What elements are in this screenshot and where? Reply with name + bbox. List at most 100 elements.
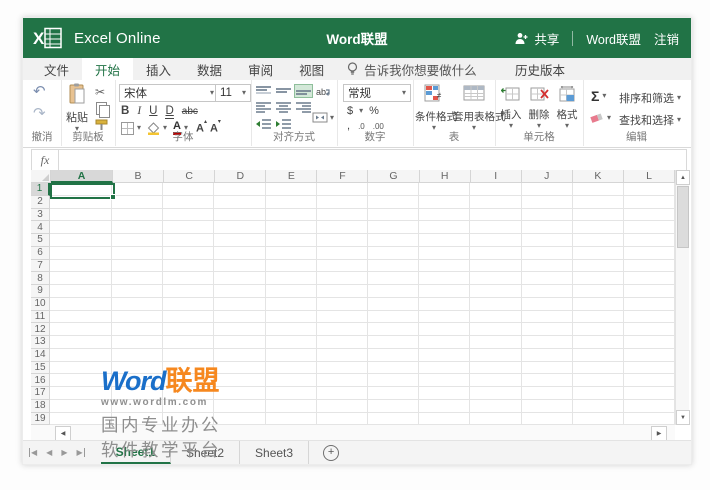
cell-B6[interactable] [112, 246, 164, 260]
cell-I6[interactable] [470, 246, 522, 260]
cell-C9[interactable] [163, 285, 215, 298]
column-header-B[interactable]: B [113, 170, 165, 183]
cell-H17[interactable] [419, 387, 471, 400]
cell-K9[interactable] [572, 285, 624, 298]
cell-F6[interactable] [316, 246, 368, 260]
cell-K17[interactable] [572, 387, 624, 400]
cell-L5[interactable] [623, 234, 675, 247]
tab-视图[interactable]: 视图 [286, 58, 337, 80]
cell-K14[interactable] [572, 348, 624, 362]
cell-J9[interactable] [521, 285, 573, 298]
cell-K18[interactable] [572, 399, 624, 413]
cell-C15[interactable] [163, 361, 215, 375]
cell-G14[interactable] [367, 348, 420, 362]
cell-J10[interactable] [521, 297, 573, 311]
cell-I10[interactable] [470, 297, 522, 311]
currency-format-button[interactable]: $ [347, 105, 353, 117]
cell-K12[interactable] [572, 323, 624, 336]
cell-A10[interactable] [50, 297, 112, 311]
cell-H15[interactable] [419, 361, 471, 375]
scroll-up-button[interactable]: ▲ [676, 170, 690, 185]
cell-B11[interactable] [112, 310, 164, 324]
cell-B1[interactable] [112, 183, 164, 196]
cell-J15[interactable] [521, 361, 573, 375]
fx-button[interactable]: fx [32, 150, 59, 170]
cell-F13[interactable] [316, 336, 368, 349]
cell-E7[interactable] [265, 259, 317, 273]
sheet-nav-prev[interactable]: ◀ [46, 448, 52, 457]
cell-D14[interactable] [214, 348, 266, 362]
cell-F18[interactable] [316, 399, 368, 413]
row-header-7[interactable]: 7 [31, 259, 50, 273]
cell-D5[interactable] [214, 234, 266, 247]
cell-F14[interactable] [316, 348, 368, 362]
cell-C8[interactable] [163, 272, 215, 285]
scroll-right-button[interactable]: ▶ [651, 426, 667, 441]
account-menu[interactable]: Word联盟 [586, 29, 641, 48]
tab-文件[interactable]: 文件 [31, 58, 82, 80]
cell-C5[interactable] [163, 234, 215, 247]
cell-I4[interactable] [470, 221, 522, 234]
cell-J16[interactable] [521, 374, 573, 387]
row-header-12[interactable]: 12 [31, 323, 50, 336]
cell-H12[interactable] [419, 323, 471, 336]
format-cells-button[interactable]: 格式 ▾ [553, 85, 581, 130]
cell-C19[interactable] [163, 412, 215, 425]
cell-H4[interactable] [419, 221, 471, 234]
cell-B12[interactable] [112, 323, 164, 336]
cell-G11[interactable] [367, 310, 420, 324]
cell-H14[interactable] [419, 348, 471, 362]
sheet-nav-last[interactable]: ▶ [76, 448, 85, 457]
cell-I7[interactable] [470, 259, 522, 273]
cell-C12[interactable] [163, 323, 215, 336]
cell-A16[interactable] [50, 374, 112, 387]
cell-E8[interactable] [265, 272, 317, 285]
cell-C7[interactable] [163, 259, 215, 273]
cell-D11[interactable] [214, 310, 266, 324]
cell-H19[interactable] [419, 412, 471, 425]
cell-I11[interactable] [470, 310, 522, 324]
cell-I8[interactable] [470, 272, 522, 285]
cell-F11[interactable] [316, 310, 368, 324]
cell-C10[interactable] [163, 297, 215, 311]
cell-C18[interactable] [163, 399, 215, 413]
cell-I18[interactable] [470, 399, 522, 413]
cell-L13[interactable] [623, 336, 675, 349]
cell-I19[interactable] [470, 412, 522, 425]
cell-D18[interactable] [214, 399, 266, 413]
row-header-14[interactable]: 14 [31, 348, 50, 362]
cell-I12[interactable] [470, 323, 522, 336]
cell-E6[interactable] [265, 246, 317, 260]
italic-button[interactable]: I [137, 105, 141, 117]
cell-A9[interactable] [50, 285, 112, 298]
cell-F5[interactable] [316, 234, 368, 247]
cell-H1[interactable] [419, 183, 471, 196]
sheet-nav-next[interactable]: ▶ [61, 448, 67, 457]
cell-F4[interactable] [316, 221, 368, 234]
cell-L10[interactable] [623, 297, 675, 311]
cell-A15[interactable] [50, 361, 112, 375]
cell-L8[interactable] [623, 272, 675, 285]
align-bottom-button[interactable] [294, 84, 313, 98]
cell-I5[interactable] [470, 234, 522, 247]
cell-C4[interactable] [163, 221, 215, 234]
cell-E15[interactable] [265, 361, 317, 375]
column-header-C[interactable]: C [164, 170, 216, 183]
cell-I15[interactable] [470, 361, 522, 375]
row-header-9[interactable]: 9 [31, 285, 50, 298]
cell-D2[interactable] [214, 195, 266, 209]
row-header-19[interactable]: 19 [31, 412, 50, 425]
cell-G3[interactable] [367, 208, 420, 222]
cell-D16[interactable] [214, 374, 266, 387]
cell-H18[interactable] [419, 399, 471, 413]
cell-A1[interactable] [50, 183, 112, 196]
cell-D4[interactable] [214, 221, 266, 234]
cell-A2[interactable] [50, 195, 112, 209]
cell-E19[interactable] [265, 412, 317, 425]
cell-I16[interactable] [470, 374, 522, 387]
row-header-18[interactable]: 18 [31, 399, 50, 413]
cell-E9[interactable] [265, 285, 317, 298]
cell-D19[interactable] [214, 412, 266, 425]
cell-F7[interactable] [316, 259, 368, 273]
merge-dropdown-arrow[interactable]: ▾ [330, 113, 334, 122]
